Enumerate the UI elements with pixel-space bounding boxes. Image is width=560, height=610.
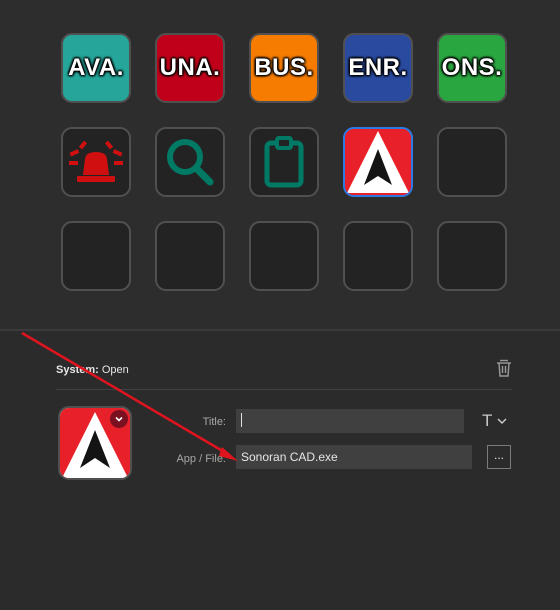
- app-file-label: App / File:: [176, 453, 226, 465]
- section-divider: [56, 389, 512, 390]
- text-cursor: [241, 413, 242, 427]
- clipboard-icon: [264, 136, 304, 188]
- key-label: AVA.: [68, 54, 124, 81]
- font-settings-button[interactable]: T: [482, 410, 514, 432]
- key-panic[interactable]: [61, 127, 131, 197]
- chevron-down-icon[interactable]: [110, 410, 128, 428]
- key-enroute[interactable]: ENR.: [343, 33, 413, 103]
- app-file-input[interactable]: Sonoran CAD.exe: [236, 445, 472, 469]
- key-empty[interactable]: [437, 127, 507, 197]
- key-label: BUS.: [254, 54, 314, 81]
- trash-icon[interactable]: [494, 358, 514, 378]
- action-category: System:: [56, 364, 99, 376]
- title-input[interactable]: [236, 409, 464, 433]
- key-empty[interactable]: [61, 221, 131, 291]
- title-label: Title:: [202, 416, 226, 428]
- key-available[interactable]: AVA.: [61, 33, 131, 103]
- key-label: UNA.: [159, 54, 221, 81]
- key-empty[interactable]: [437, 221, 507, 291]
- key-label: ONS.: [441, 54, 503, 81]
- key-onscene[interactable]: ONS.: [437, 33, 507, 103]
- key-busy[interactable]: BUS.: [249, 33, 319, 103]
- browse-button[interactable]: ...: [487, 445, 511, 469]
- key-notes[interactable]: [249, 127, 319, 197]
- action-heading: System: Open: [56, 364, 129, 376]
- key-label: ENR.: [348, 54, 408, 81]
- key-search[interactable]: [155, 127, 225, 197]
- key-grid: AVA. UNA. BUS. ENR. ONS.: [0, 0, 560, 330]
- siren-icon: [69, 140, 123, 182]
- key-empty[interactable]: [155, 221, 225, 291]
- key-unavailable[interactable]: UNA.: [155, 33, 225, 103]
- chevron-down-icon: [497, 418, 507, 425]
- sonoran-cad-logo-icon: [345, 129, 411, 195]
- font-settings-label: T: [482, 411, 493, 430]
- key-sonoran-cad[interactable]: [343, 127, 413, 197]
- magnifier-icon: [167, 139, 214, 186]
- key-empty[interactable]: [343, 221, 413, 291]
- key-empty[interactable]: [249, 221, 319, 291]
- action-name: Open: [101, 364, 129, 376]
